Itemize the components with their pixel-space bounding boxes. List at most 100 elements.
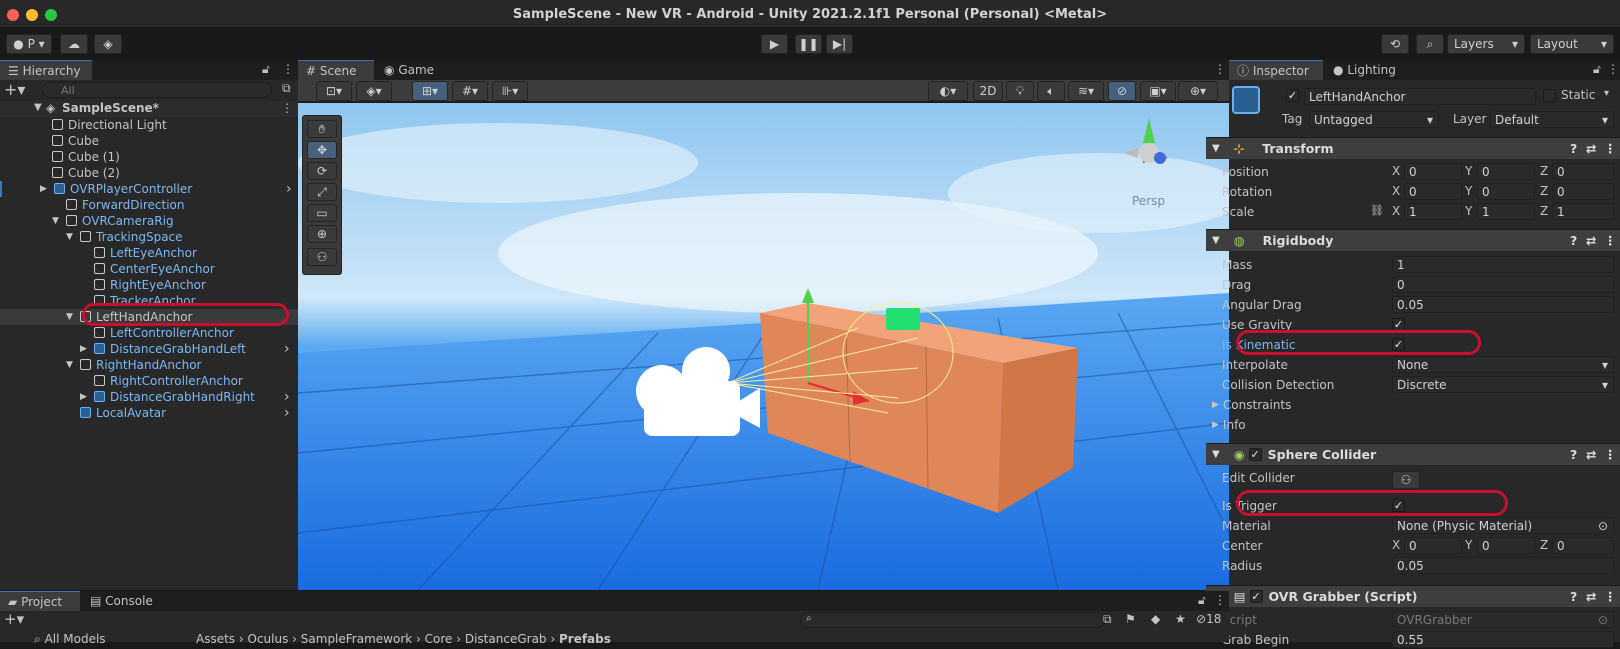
more-icon[interactable]: ⋮ xyxy=(1214,62,1226,76)
search-options-icon[interactable]: ⧉ xyxy=(282,81,291,96)
shading-button[interactable]: ◈▾ xyxy=(356,81,392,101)
project-search-input[interactable] xyxy=(800,612,1105,628)
interpolate-dropdown[interactable]: None ▾ xyxy=(1392,356,1614,373)
open-prefab-icon[interactable]: › xyxy=(284,389,290,405)
expand-arrow-icon[interactable]: ▼ xyxy=(66,312,73,322)
hierarchy-row[interactable]: LeftEyeAnchor xyxy=(0,245,298,261)
increment-snap-button[interactable]: ⊪▾ xyxy=(492,81,528,101)
lighting-toggle[interactable]: 💡︎ xyxy=(1006,81,1034,101)
collab-button[interactable]: ◈ xyxy=(94,34,122,54)
angular-drag-field[interactable]: 0.05 xyxy=(1392,296,1614,313)
pause-button[interactable]: ❚❚ xyxy=(795,34,822,54)
scale-tool-button[interactable]: ⤢ xyxy=(307,183,337,201)
sphere-collider-enabled-checkbox[interactable]: ✓ xyxy=(1248,448,1262,461)
hierarchy-row[interactable]: Cube xyxy=(0,133,298,149)
hierarchy-row[interactable]: RightControllerAnchor xyxy=(0,373,298,389)
filter-type-icon[interactable]: ⧉ xyxy=(1103,612,1112,627)
grab-begin-field[interactable]: 0.55 xyxy=(1392,631,1614,648)
radius-field[interactable]: 0.05 xyxy=(1392,557,1614,574)
rect-tool-button[interactable]: ▭ xyxy=(307,204,337,222)
expand-arrow-icon[interactable]: ▼ xyxy=(34,102,42,113)
ovr-grabber-header[interactable]: ▼ ▤ ✓ OVR Grabber (Script) ? ⇄ ⋮ xyxy=(1206,585,1620,607)
hierarchy-row[interactable]: ▼ RightHandAnchor xyxy=(0,357,298,373)
presets-icon[interactable]: ⇄ xyxy=(1586,589,1596,604)
position-x-field[interactable]: 0 xyxy=(1404,163,1462,180)
hierarchy-row[interactable]: Cube (2) xyxy=(0,165,298,181)
expand-arrow-icon[interactable]: ▶ xyxy=(80,344,87,354)
hierarchy-row[interactable]: ForwardDirection xyxy=(0,197,298,213)
tab-project[interactable]: ▰ Project xyxy=(0,591,80,611)
breadcrumb-item[interactable]: DistanceGrab xyxy=(465,632,547,646)
effects-button[interactable]: ≋▾ xyxy=(1068,81,1104,101)
rotation-x-field[interactable]: 0 xyxy=(1404,183,1462,200)
breadcrumb-item[interactable]: Core xyxy=(425,632,453,646)
render-mode-button[interactable]: ◐▾ xyxy=(928,81,968,101)
more-icon[interactable]: ⋮ xyxy=(1607,62,1619,76)
edit-collider-button[interactable]: ⚇ xyxy=(1392,471,1420,489)
tag-icon[interactable]: ◆ xyxy=(1151,612,1160,626)
tab-console[interactable]: ▤ Console xyxy=(82,591,158,611)
static-checkbox[interactable] xyxy=(1543,89,1556,102)
audio-toggle[interactable]: 🔈︎ xyxy=(1037,81,1065,101)
hierarchy-row[interactable]: LeftControllerAnchor xyxy=(0,325,298,341)
center-y-field[interactable]: 0 xyxy=(1477,537,1535,554)
open-prefab-icon[interactable]: › xyxy=(286,181,292,197)
tab-hierarchy[interactable]: ☰ Hierarchy xyxy=(0,60,92,80)
hierarchy-row[interactable]: ▼ OVRCameraRig xyxy=(0,213,298,229)
sphere-collider-header[interactable]: ▼ ◉ ✓ Sphere Collider ? ⇄ ⋮ xyxy=(1206,443,1620,465)
scale-x-field[interactable]: 1 xyxy=(1404,203,1462,220)
presets-icon[interactable]: ⇄ xyxy=(1586,233,1596,248)
more-icon[interactable]: ⋮ xyxy=(1604,141,1617,156)
drag-field[interactable]: 0 xyxy=(1392,276,1614,293)
custom-tool-button[interactable]: ⚇ xyxy=(307,248,337,266)
hierarchy-row[interactable]: LocalAvatar › xyxy=(0,405,298,421)
position-y-field[interactable]: 0 xyxy=(1477,163,1535,180)
hierarchy-row[interactable]: RightEyeAnchor xyxy=(0,277,298,293)
tab-game[interactable]: ◉ Game xyxy=(376,60,440,80)
info-foldout[interactable]: ▶ Info xyxy=(1212,416,1246,434)
breadcrumb-item[interactable]: SampleFramework xyxy=(301,632,412,646)
hierarchy-row[interactable]: ▶ DistanceGrabHandLeft › xyxy=(0,341,298,357)
cloud-button[interactable]: ☁ xyxy=(60,34,88,54)
lock-icon[interactable]: 🔓︎ xyxy=(262,62,270,77)
move-tool-button[interactable]: ✥ xyxy=(307,141,337,159)
object-name-field[interactable]: LeftHandAnchor xyxy=(1304,88,1536,105)
scale-y-field[interactable]: 1 xyxy=(1477,203,1535,220)
hierarchy-row[interactable]: ▼ TrackingSpace xyxy=(0,229,298,245)
more-icon[interactable]: ⋮ xyxy=(1604,447,1617,462)
add-button[interactable]: +▾ xyxy=(4,80,25,99)
expand-arrow-icon[interactable]: ▼ xyxy=(52,216,59,226)
material-field[interactable]: None (Physic Material) ⊙ xyxy=(1392,517,1614,534)
grid-snapping-button[interactable]: ⊞▾ xyxy=(412,81,448,101)
breadcrumb-item[interactable]: Assets xyxy=(196,632,235,646)
help-icon[interactable]: ? xyxy=(1570,141,1577,156)
rigidbody-header[interactable]: ▼ ◍ Rigidbody ? ⇄ ⋮ xyxy=(1206,229,1620,251)
rotate-tool-button[interactable]: ⟳ xyxy=(307,162,337,180)
search-button[interactable]: ⌕ xyxy=(1416,34,1444,54)
active-checkbox[interactable]: ✓ xyxy=(1286,89,1299,102)
more-icon[interactable]: ⋮ xyxy=(1604,233,1617,248)
scale-z-field[interactable]: 1 xyxy=(1552,203,1614,220)
link-icon[interactable]: ⛓ xyxy=(1370,204,1384,217)
filter-label-icon[interactable]: ⚑ xyxy=(1125,612,1136,626)
hierarchy-row[interactable]: Cube (1) xyxy=(0,149,298,165)
expand-arrow-icon[interactable]: ▼ xyxy=(66,360,73,370)
hidden-objects-toggle[interactable]: ⊘ xyxy=(1108,81,1136,101)
collision-detection-dropdown[interactable]: Discrete ▾ xyxy=(1392,376,1614,393)
step-button[interactable]: ▶| xyxy=(826,34,853,54)
hand-tool-button[interactable]: ✋︎ xyxy=(307,120,337,138)
help-icon[interactable]: ? xyxy=(1570,447,1577,462)
gizmos-button[interactable]: ⊕▾ xyxy=(1178,81,1218,101)
more-icon[interactable]: ⋮ xyxy=(1604,589,1617,604)
tab-lighting[interactable]: ● Lighting xyxy=(1325,60,1407,80)
2d-toggle[interactable]: 2D xyxy=(973,81,1003,101)
position-z-field[interactable]: 0 xyxy=(1552,163,1614,180)
ovr-grabber-enabled-checkbox[interactable]: ✓ xyxy=(1249,590,1263,603)
lock-icon[interactable]: 🔓︎ xyxy=(1593,62,1601,77)
help-icon[interactable]: ? xyxy=(1570,233,1577,248)
scene-row[interactable]: ▼ ◈ SampleScene* ⋮ xyxy=(0,101,298,117)
presets-icon[interactable]: ⇄ xyxy=(1586,141,1596,156)
history-button[interactable]: ⟲ xyxy=(1381,34,1409,54)
more-icon[interactable]: ⋮ xyxy=(281,101,293,115)
lock-icon[interactable]: 🔓︎ xyxy=(1198,593,1206,608)
